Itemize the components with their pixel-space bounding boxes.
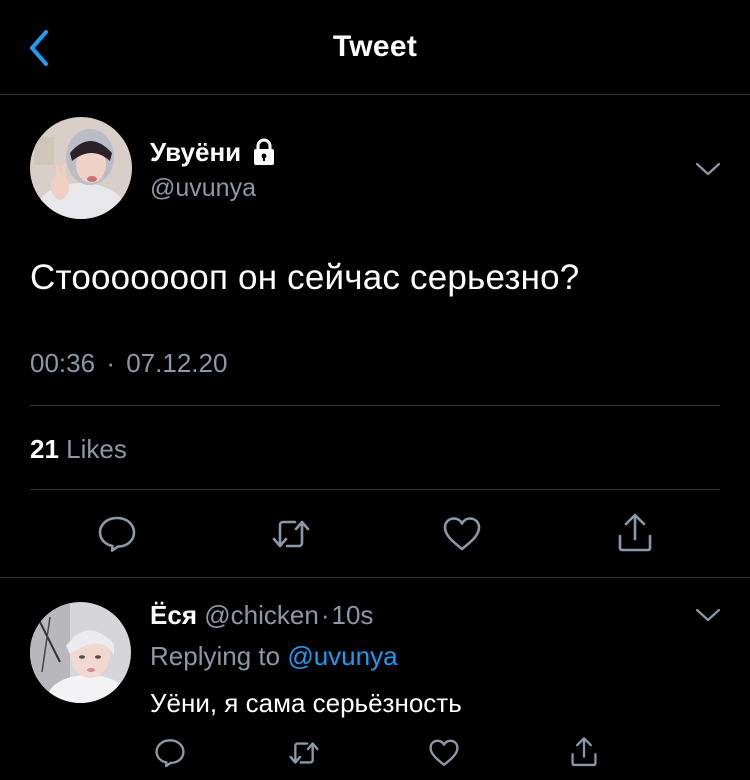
reply-like-button[interactable] xyxy=(428,738,460,768)
reply-retweet-button[interactable] xyxy=(287,738,321,768)
retweet-button[interactable] xyxy=(270,515,312,553)
timestamp-separator: · xyxy=(106,348,115,378)
author-avatar[interactable] xyxy=(30,117,132,219)
tweet-time: 00:36 xyxy=(30,348,96,378)
reply-time: 10s xyxy=(331,600,374,630)
divider xyxy=(30,489,720,490)
retweet-icon xyxy=(272,520,310,548)
tweet-date: 07.12.20 xyxy=(126,348,228,378)
likes-count: 21 xyxy=(30,434,59,464)
reply-separator: · xyxy=(320,600,330,630)
heart-icon xyxy=(443,517,481,551)
divider xyxy=(30,405,720,406)
chevron-down-icon xyxy=(695,608,721,622)
likes-label: Likes xyxy=(66,434,127,464)
reply-button[interactable] xyxy=(97,515,137,553)
author-name[interactable]: Увуёни xyxy=(150,137,241,168)
share-icon xyxy=(618,513,652,552)
reply-text: Уёни, я сама серьёзность xyxy=(150,688,462,718)
top-navigation-bar: Tweet xyxy=(0,0,750,95)
heart-icon xyxy=(429,739,459,767)
tweet-timestamp: 00:36 · 07.12.20 xyxy=(30,348,227,379)
avatar-photo xyxy=(30,117,132,219)
author-handle[interactable]: @uvunya xyxy=(150,174,256,203)
like-button[interactable] xyxy=(442,515,482,553)
reply-more-button[interactable] xyxy=(693,602,723,626)
likes-stat[interactable]: 21 Likes xyxy=(30,434,127,465)
lock-icon xyxy=(254,138,275,165)
tweet-text: Стоооооооп он сейчас серьезно? xyxy=(30,258,580,297)
avatar-photo xyxy=(30,602,131,703)
divider xyxy=(0,577,750,578)
share-icon xyxy=(571,737,597,767)
reply-icon xyxy=(98,516,136,552)
reply-header-row: Ёся @chicken·10s xyxy=(150,600,373,631)
reply-author-avatar[interactable] xyxy=(30,602,131,703)
reply-author-handle[interactable]: @chicken xyxy=(204,600,319,630)
tweet-more-button[interactable] xyxy=(693,156,723,180)
page-title: Tweet xyxy=(332,30,418,63)
replying-to-handle[interactable]: @uvunya xyxy=(287,641,397,671)
retweet-icon xyxy=(289,742,319,764)
reply-share-button[interactable] xyxy=(568,736,600,768)
reply-icon xyxy=(155,739,185,768)
replying-to: Replying to @uvunya xyxy=(150,641,398,672)
reply-reply-button[interactable] xyxy=(154,738,186,768)
replying-to-label: Replying to xyxy=(150,641,281,671)
reply-author-name[interactable]: Ёся xyxy=(150,600,197,630)
author-name-row: Увуёни xyxy=(150,136,279,168)
share-button[interactable] xyxy=(614,512,656,554)
chevron-down-icon xyxy=(695,162,721,176)
